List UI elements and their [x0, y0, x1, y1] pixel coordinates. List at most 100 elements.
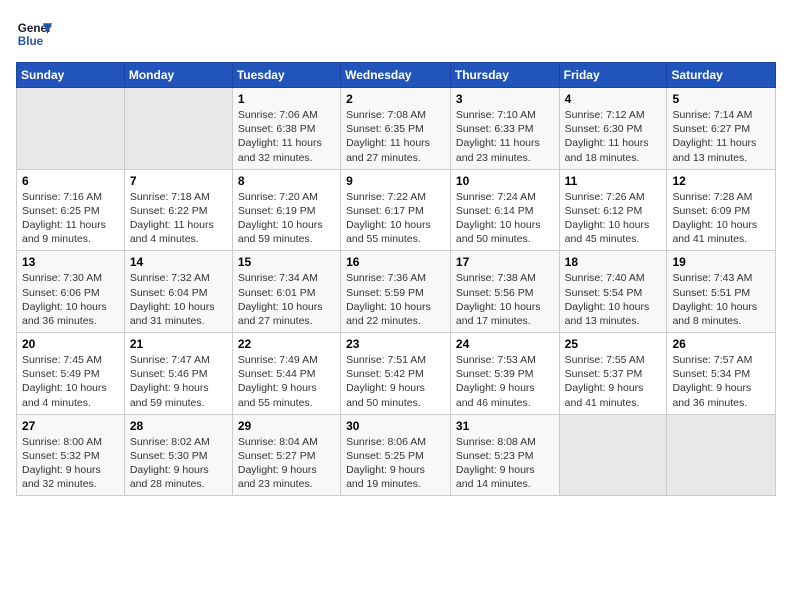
- day-info: Sunrise: 7:18 AM Sunset: 6:22 PM Dayligh…: [130, 190, 227, 247]
- page-header: General Blue: [16, 16, 776, 52]
- day-number: 11: [565, 174, 662, 188]
- week-row-5: 27 Sunrise: 8:00 AM Sunset: 5:32 PM Dayli…: [17, 414, 776, 496]
- day-info: Sunrise: 8:02 AM Sunset: 5:30 PM Dayligh…: [130, 435, 227, 492]
- weekday-header-friday: Friday: [559, 63, 667, 88]
- day-number: 24: [456, 337, 554, 351]
- calendar-cell: 25 Sunrise: 7:55 AM Sunset: 5:37 PM Dayli…: [559, 333, 667, 415]
- calendar-cell: 26Sunrise: 7:57 AM Sunset: 5:34 PM Dayli…: [667, 333, 776, 415]
- day-info: Sunrise: 7:24 AM Sunset: 6:14 PM Dayligh…: [456, 190, 554, 247]
- calendar-cell: 4 Sunrise: 7:12 AM Sunset: 6:30 PM Daylig…: [559, 88, 667, 170]
- weekday-header-thursday: Thursday: [450, 63, 559, 88]
- svg-text:Blue: Blue: [18, 35, 44, 48]
- calendar-cell: 13 Sunrise: 7:30 AM Sunset: 6:06 PM Dayli…: [17, 251, 125, 333]
- day-number: 19: [672, 255, 770, 269]
- day-info: Sunrise: 8:06 AM Sunset: 5:25 PM Dayligh…: [346, 435, 445, 492]
- day-info: Sunrise: 7:10 AM Sunset: 6:33 PM Dayligh…: [456, 108, 554, 165]
- weekday-header-tuesday: Tuesday: [232, 63, 340, 88]
- day-info: Sunrise: 8:04 AM Sunset: 5:27 PM Dayligh…: [238, 435, 335, 492]
- day-info: Sunrise: 7:26 AM Sunset: 6:12 PM Dayligh…: [565, 190, 662, 247]
- day-info: Sunrise: 7:47 AM Sunset: 5:46 PM Dayligh…: [130, 353, 227, 410]
- calendar-cell: 6Sunrise: 7:16 AM Sunset: 6:25 PM Daylig…: [17, 169, 125, 251]
- day-info: Sunrise: 7:14 AM Sunset: 6:27 PM Dayligh…: [672, 108, 770, 165]
- day-number: 4: [565, 92, 662, 106]
- day-info: Sunrise: 8:00 AM Sunset: 5:32 PM Dayligh…: [22, 435, 119, 492]
- day-info: Sunrise: 7:06 AM Sunset: 6:38 PM Dayligh…: [238, 108, 335, 165]
- day-number: 18: [565, 255, 662, 269]
- day-info: Sunrise: 7:36 AM Sunset: 5:59 PM Dayligh…: [346, 271, 445, 328]
- day-number: 6: [22, 174, 119, 188]
- weekday-header-sunday: Sunday: [17, 63, 125, 88]
- day-number: 26: [672, 337, 770, 351]
- day-number: 1: [238, 92, 335, 106]
- calendar-cell: 10 Sunrise: 7:24 AM Sunset: 6:14 PM Dayli…: [450, 169, 559, 251]
- calendar-cell: 14 Sunrise: 7:32 AM Sunset: 6:04 PM Dayli…: [124, 251, 232, 333]
- calendar-cell: [559, 414, 667, 496]
- day-number: 25: [565, 337, 662, 351]
- day-info: Sunrise: 7:45 AM Sunset: 5:49 PM Dayligh…: [22, 353, 119, 410]
- calendar-cell: 15Sunrise: 7:34 AM Sunset: 6:01 PM Dayli…: [232, 251, 340, 333]
- calendar-cell: 29 Sunrise: 8:04 AM Sunset: 5:27 PM Dayli…: [232, 414, 340, 496]
- day-number: 21: [130, 337, 227, 351]
- day-number: 30: [346, 419, 445, 433]
- day-number: 9: [346, 174, 445, 188]
- day-number: 22: [238, 337, 335, 351]
- day-number: 8: [238, 174, 335, 188]
- calendar-cell: 19 Sunrise: 7:43 AM Sunset: 5:51 PM Dayli…: [667, 251, 776, 333]
- calendar-cell: 23 Sunrise: 7:51 AM Sunset: 5:42 PM Dayli…: [341, 333, 451, 415]
- day-number: 5: [672, 92, 770, 106]
- calendar-cell: 27 Sunrise: 8:00 AM Sunset: 5:32 PM Dayli…: [17, 414, 125, 496]
- calendar-cell: 7 Sunrise: 7:18 AM Sunset: 6:22 PM Daylig…: [124, 169, 232, 251]
- day-info: Sunrise: 7:38 AM Sunset: 5:56 PM Dayligh…: [456, 271, 554, 328]
- calendar-cell: 8 Sunrise: 7:20 AM Sunset: 6:19 PM Daylig…: [232, 169, 340, 251]
- day-info: Sunrise: 7:55 AM Sunset: 5:37 PM Dayligh…: [565, 353, 662, 410]
- logo-icon: General Blue: [16, 16, 52, 52]
- week-row-1: 1 Sunrise: 7:06 AM Sunset: 6:38 PM Daylig…: [17, 88, 776, 170]
- calendar-cell: 1 Sunrise: 7:06 AM Sunset: 6:38 PM Daylig…: [232, 88, 340, 170]
- day-info: Sunrise: 7:32 AM Sunset: 6:04 PM Dayligh…: [130, 271, 227, 328]
- calendar-cell: 24 Sunrise: 7:53 AM Sunset: 5:39 PM Dayli…: [450, 333, 559, 415]
- calendar-cell: 17 Sunrise: 7:38 AM Sunset: 5:56 PM Dayli…: [450, 251, 559, 333]
- day-number: 7: [130, 174, 227, 188]
- day-number: 23: [346, 337, 445, 351]
- logo: General Blue: [16, 16, 52, 52]
- calendar-cell: 28 Sunrise: 8:02 AM Sunset: 5:30 PM Dayli…: [124, 414, 232, 496]
- day-info: Sunrise: 7:49 AM Sunset: 5:44 PM Dayligh…: [238, 353, 335, 410]
- calendar-cell: [667, 414, 776, 496]
- calendar-cell: 9 Sunrise: 7:22 AM Sunset: 6:17 PM Daylig…: [341, 169, 451, 251]
- weekday-header-wednesday: Wednesday: [341, 63, 451, 88]
- day-number: 31: [456, 419, 554, 433]
- day-number: 14: [130, 255, 227, 269]
- day-number: 27: [22, 419, 119, 433]
- calendar-cell: 22 Sunrise: 7:49 AM Sunset: 5:44 PM Dayli…: [232, 333, 340, 415]
- calendar-cell: 2Sunrise: 7:08 AM Sunset: 6:35 PM Daylig…: [341, 88, 451, 170]
- calendar-cell: 5 Sunrise: 7:14 AM Sunset: 6:27 PM Daylig…: [667, 88, 776, 170]
- day-info: Sunrise: 7:34 AM Sunset: 6:01 PM Dayligh…: [238, 271, 335, 328]
- day-info: Sunrise: 7:28 AM Sunset: 6:09 PM Dayligh…: [672, 190, 770, 247]
- day-info: Sunrise: 8:08 AM Sunset: 5:23 PM Dayligh…: [456, 435, 554, 492]
- day-info: Sunrise: 7:20 AM Sunset: 6:19 PM Dayligh…: [238, 190, 335, 247]
- day-number: 20: [22, 337, 119, 351]
- calendar-cell: 21 Sunrise: 7:47 AM Sunset: 5:46 PM Dayli…: [124, 333, 232, 415]
- weekday-header-monday: Monday: [124, 63, 232, 88]
- week-row-3: 13 Sunrise: 7:30 AM Sunset: 6:06 PM Dayli…: [17, 251, 776, 333]
- day-info: Sunrise: 7:53 AM Sunset: 5:39 PM Dayligh…: [456, 353, 554, 410]
- calendar-cell: 20 Sunrise: 7:45 AM Sunset: 5:49 PM Dayli…: [17, 333, 125, 415]
- day-number: 13: [22, 255, 119, 269]
- day-number: 16: [346, 255, 445, 269]
- day-info: Sunrise: 7:12 AM Sunset: 6:30 PM Dayligh…: [565, 108, 662, 165]
- calendar-cell: 12Sunrise: 7:28 AM Sunset: 6:09 PM Dayli…: [667, 169, 776, 251]
- day-number: 29: [238, 419, 335, 433]
- day-info: Sunrise: 7:22 AM Sunset: 6:17 PM Dayligh…: [346, 190, 445, 247]
- calendar-cell: 3Sunrise: 7:10 AM Sunset: 6:33 PM Daylig…: [450, 88, 559, 170]
- weekday-header-saturday: Saturday: [667, 63, 776, 88]
- day-number: 10: [456, 174, 554, 188]
- calendar-cell: [17, 88, 125, 170]
- day-info: Sunrise: 7:43 AM Sunset: 5:51 PM Dayligh…: [672, 271, 770, 328]
- day-number: 28: [130, 419, 227, 433]
- day-info: Sunrise: 7:30 AM Sunset: 6:06 PM Dayligh…: [22, 271, 119, 328]
- calendar-cell: 11 Sunrise: 7:26 AM Sunset: 6:12 PM Dayli…: [559, 169, 667, 251]
- day-info: Sunrise: 7:51 AM Sunset: 5:42 PM Dayligh…: [346, 353, 445, 410]
- day-number: 17: [456, 255, 554, 269]
- calendar-cell: 31 Sunrise: 8:08 AM Sunset: 5:23 PM Dayli…: [450, 414, 559, 496]
- day-info: Sunrise: 7:40 AM Sunset: 5:54 PM Dayligh…: [565, 271, 662, 328]
